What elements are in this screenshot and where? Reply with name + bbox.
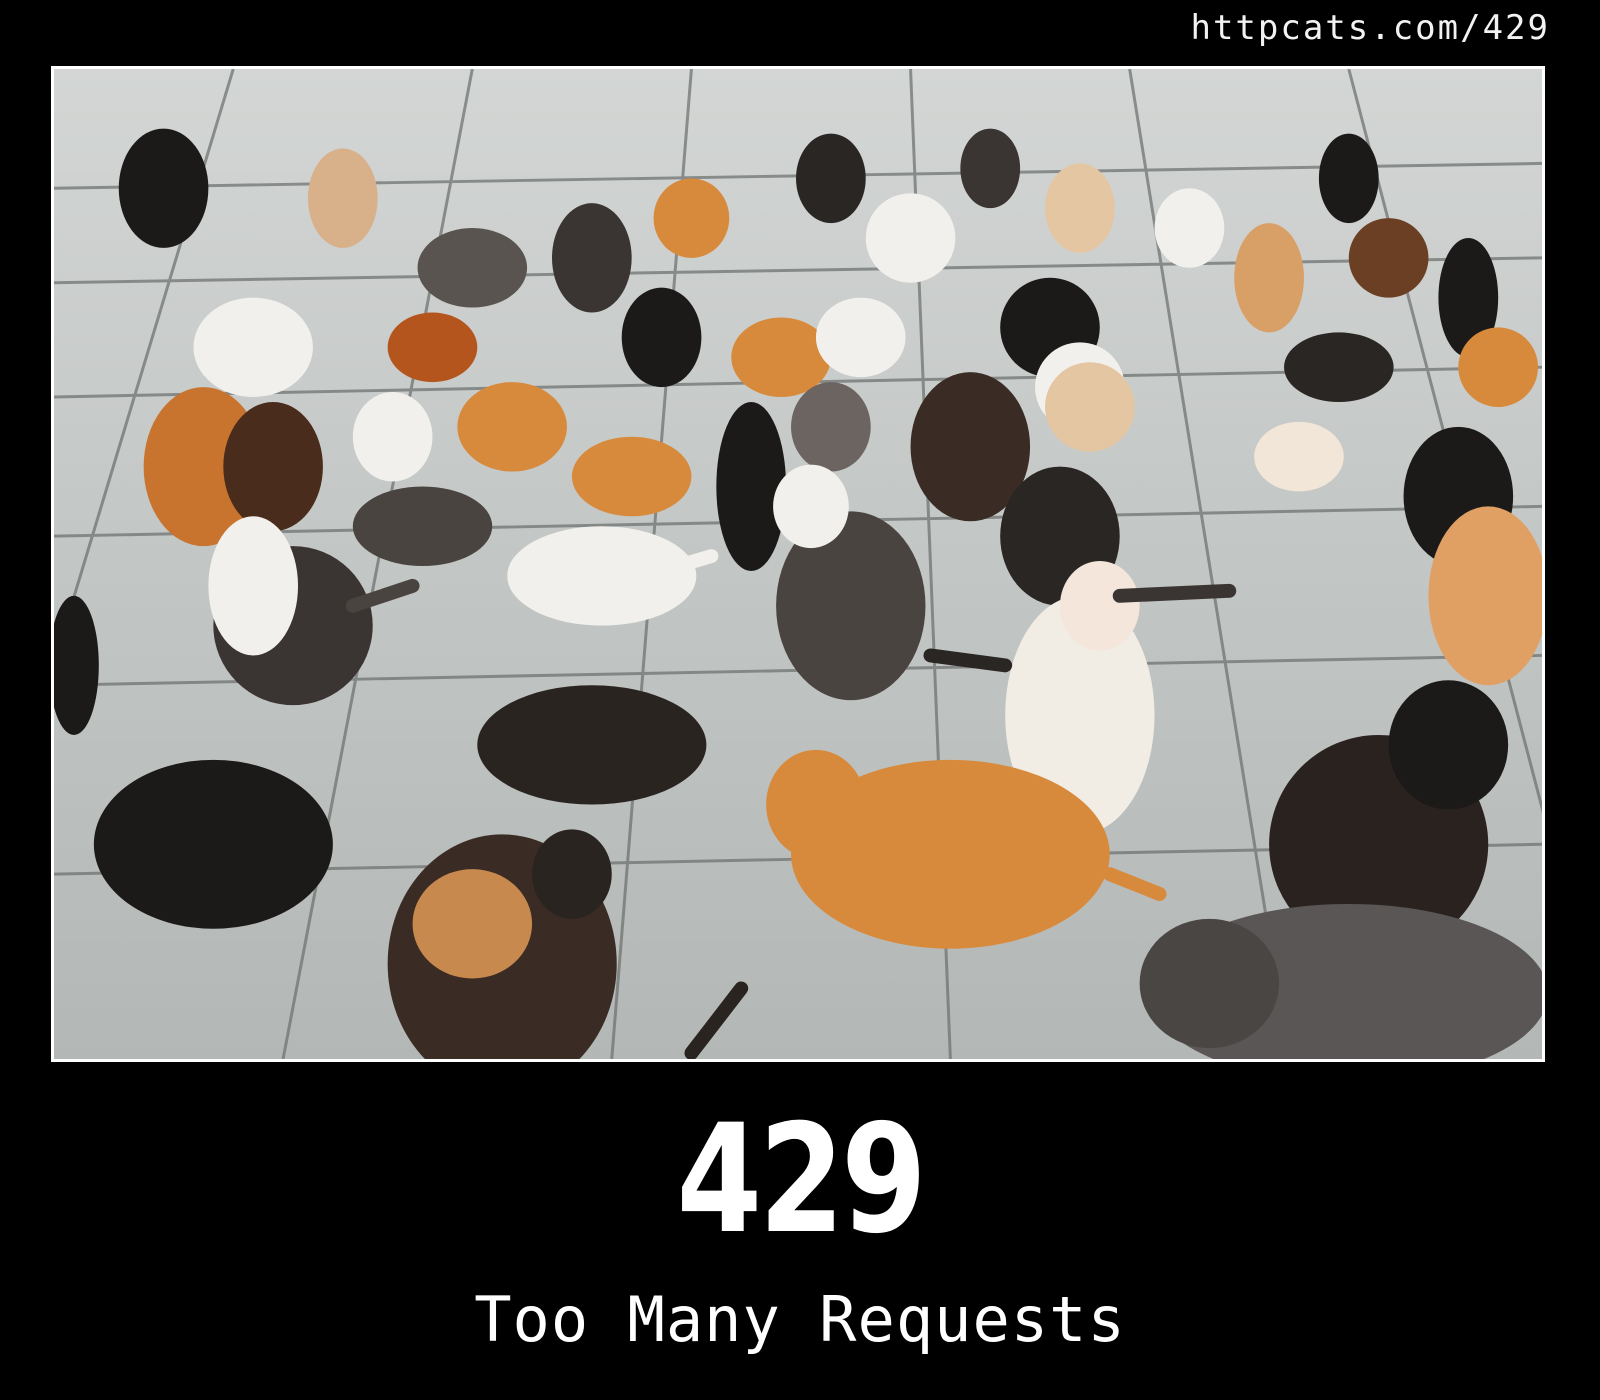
cat-photo-illustration — [54, 69, 1542, 1059]
status-message: Too Many Requests — [474, 1283, 1126, 1356]
status-code: 429 — [676, 1093, 927, 1267]
site-url: httpcats.com/429 — [1190, 8, 1550, 48]
cat-photo — [51, 66, 1545, 1062]
